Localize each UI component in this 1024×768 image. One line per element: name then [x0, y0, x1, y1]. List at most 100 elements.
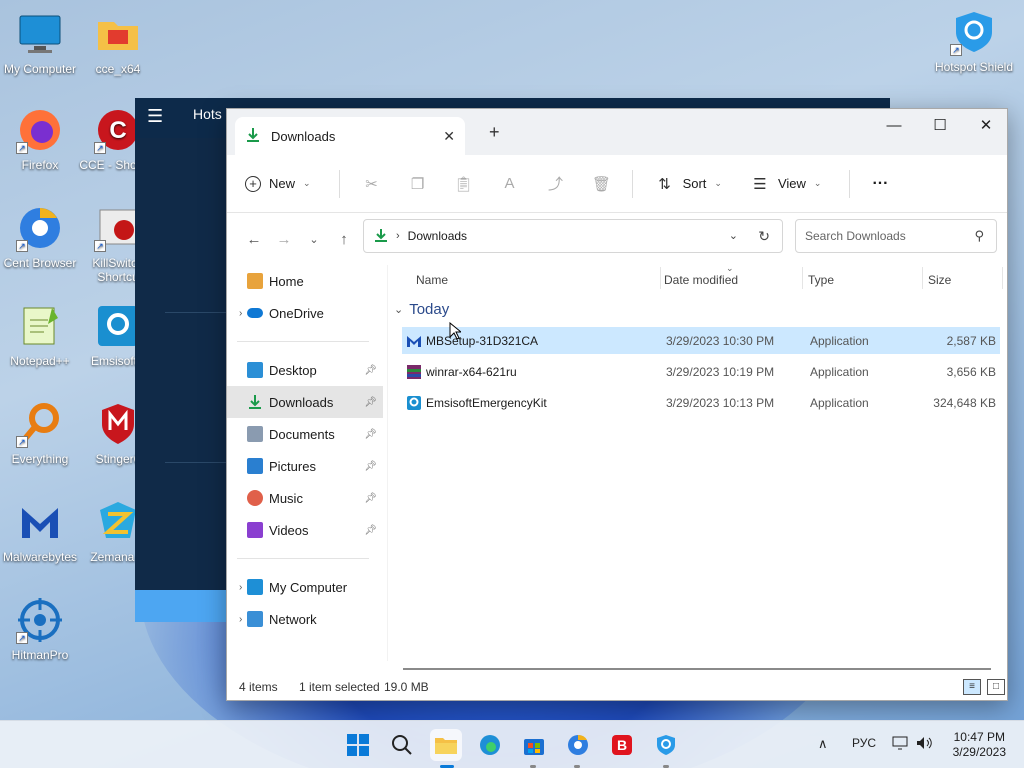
delete-button[interactable]: 🗑︎ [592, 174, 612, 194]
sidebar-item-network[interactable]: › Network [227, 603, 383, 635]
desktop-icon-hotspot-shield[interactable]: ↗ Hotspot Shield [934, 8, 1014, 74]
details-view-icon[interactable]: ≡ [963, 679, 981, 695]
system-clock[interactable]: 10:47 PM 3/29/2023 [953, 730, 1006, 760]
volume-icon[interactable] [916, 736, 934, 753]
file-explorer-taskbar-icon[interactable] [430, 729, 462, 761]
desktop-icon-hitmanpro[interactable]: ↗ HitmanPro [0, 596, 80, 662]
group-header-today[interactable]: ⌄ Today [394, 301, 449, 318]
minimize-icon[interactable]: — [871, 109, 917, 141]
pin-icon[interactable]: 📌︎ [364, 397, 377, 408]
column-header-size[interactable]: Size [928, 273, 951, 287]
sort-button[interactable]: ⇅ Sort ⌄ [655, 174, 722, 194]
back-arrow-icon[interactable]: ← [239, 231, 269, 248]
item-count: 4 items [239, 680, 278, 694]
new-button[interactable]: + New ⌄ [245, 175, 311, 192]
pin-icon[interactable]: 📌︎ [364, 365, 377, 376]
chevron-right-icon: › [396, 230, 400, 242]
edge-browser-icon[interactable] [474, 729, 506, 761]
maximize-icon[interactable]: ☐ [917, 109, 963, 141]
sidebar-item-home[interactable]: Home [227, 265, 383, 297]
close-window-icon[interactable]: ✕ [963, 109, 1009, 141]
sidebar-item-videos[interactable]: Videos 📌︎ [227, 514, 383, 546]
chevron-up-icon[interactable]: ∧ [818, 736, 828, 752]
desktop-icon-malwarebytes[interactable]: Malwarebytes [0, 498, 80, 564]
file-row[interactable]: winrar-x64-621ru 3/29/2023 10:19 PM Appl… [402, 358, 1000, 385]
up-arrow-icon[interactable]: ↑ [329, 231, 359, 248]
sidebar-item-documents[interactable]: Documents 📌︎ [227, 418, 383, 450]
start-button[interactable] [342, 729, 374, 761]
address-dropdown-icon[interactable]: ⌄ [729, 229, 738, 242]
share-button[interactable]: ⤴ [546, 174, 566, 194]
column-header-date[interactable]: Date modified [664, 273, 738, 287]
more-options-button[interactable]: ··· [872, 175, 888, 193]
tab-downloads[interactable]: Downloads ✕ [235, 117, 465, 155]
title-bar: Downloads ✕ + — ☐ ✕ [227, 109, 1007, 155]
sort-chevron-icon: ⌄ [726, 263, 734, 273]
chevron-down-icon: ⌄ [394, 304, 404, 316]
pin-icon[interactable]: 📌︎ [364, 493, 377, 504]
sidebar-item-music[interactable]: Music 📌︎ [227, 482, 383, 514]
new-tab-icon[interactable]: + [489, 122, 500, 143]
chevron-right-icon[interactable]: › [227, 582, 247, 593]
desktop-icon-everything[interactable]: ↗ Everything [0, 400, 80, 466]
chevron-down-icon: ⌄ [303, 178, 311, 188]
cut-button[interactable]: ✂ [362, 174, 382, 194]
refresh-icon[interactable]: ↻ [758, 228, 770, 245]
firefox-icon: ↗ [16, 106, 64, 154]
malwarebytes-icon [16, 498, 64, 546]
column-header-type[interactable]: Type [808, 273, 834, 287]
cent-browser-icon[interactable] [562, 729, 594, 761]
hotspot-bottom-button[interactable] [135, 590, 227, 622]
bitdefender-icon[interactable]: B [606, 729, 638, 761]
chevron-right-icon[interactable]: › [227, 308, 247, 319]
breadcrumb-downloads[interactable]: Downloads [408, 229, 467, 243]
close-tab-icon[interactable]: ✕ [443, 128, 455, 145]
cloud-icon [247, 308, 263, 318]
chevron-down-icon: ⌄ [813, 178, 822, 188]
desktop-icon-cce-x64[interactable]: cce_x64 [78, 10, 158, 76]
sidebar-item-pictures[interactable]: Pictures 📌︎ [227, 450, 383, 482]
rename-button[interactable]: A [500, 174, 520, 194]
recent-locations-chevron-icon[interactable]: ⌄ [299, 233, 329, 246]
clipboard-icon: 📋︎ [454, 175, 474, 193]
copy-button[interactable]: ❐ [408, 174, 428, 194]
pin-icon[interactable]: 📌︎ [364, 525, 377, 536]
desktop-icon-firefox[interactable]: ↗ Firefox [0, 106, 80, 172]
file-row[interactable]: EmsisoftEmergencyKit 3/29/2023 10:13 PM … [402, 389, 1000, 416]
file-row[interactable]: MBSetup-31D321CA 3/29/2023 10:30 PM Appl… [402, 327, 1000, 354]
tiles-view-icon[interactable]: □ [987, 679, 1005, 695]
sidebar-item-downloads[interactable]: Downloads 📌︎ [227, 386, 383, 418]
chevron-right-icon[interactable]: › [227, 614, 247, 625]
paste-button[interactable]: 📋︎ [454, 174, 474, 194]
emsisoft-icon [406, 395, 422, 411]
search-input[interactable]: Search Downloads ⚲ [795, 219, 997, 253]
horizontal-scrollbar[interactable] [403, 668, 991, 670]
desktop-icon-notepad-plus[interactable]: Notepad++ [0, 302, 80, 368]
malwarebytes-icon [406, 333, 422, 349]
svg-text:C: C [109, 117, 126, 144]
hotspot-shield-icon[interactable] [650, 729, 682, 761]
desktop-icon-cent-browser[interactable]: ↗ Cent Browser [0, 204, 80, 270]
hamburger-menu-icon[interactable]: ☰ [147, 106, 163, 127]
toolbar-divider [631, 169, 633, 198]
store-icon[interactable] [518, 729, 550, 761]
column-header-name[interactable]: Name [416, 273, 448, 287]
language-indicator[interactable]: РУС [852, 736, 876, 750]
forward-arrow-icon[interactable]: → [269, 231, 299, 248]
search-icon: ⚲ [974, 228, 984, 243]
desktop-icon [247, 362, 263, 378]
sidebar-item-onedrive[interactable]: › OneDrive [227, 297, 383, 329]
status-bar: 4 items 1 item selected 19.0 MB ≡ □ [227, 674, 1007, 700]
desktop-icon-my-computer[interactable]: My Computer [0, 10, 80, 76]
sidebar-item-desktop[interactable]: Desktop 📌︎ [227, 354, 383, 386]
pin-icon[interactable]: 📌︎ [364, 461, 377, 472]
view-button[interactable]: ☰ View ⌄ [750, 174, 822, 194]
pin-icon[interactable]: 📌︎ [364, 429, 377, 440]
address-bar[interactable]: › Downloads ⌄ ↻ [363, 219, 783, 253]
copy-icon: ❐ [410, 175, 425, 193]
sidebar-item-my-computer[interactable]: › My Computer [227, 571, 383, 603]
network-icon[interactable] [892, 736, 908, 753]
search-icon[interactable] [386, 729, 418, 761]
picture-icon [247, 458, 263, 474]
navigation-pane: Home › OneDrive Desktop 📌︎ Downloads 📌︎ … [227, 265, 383, 661]
